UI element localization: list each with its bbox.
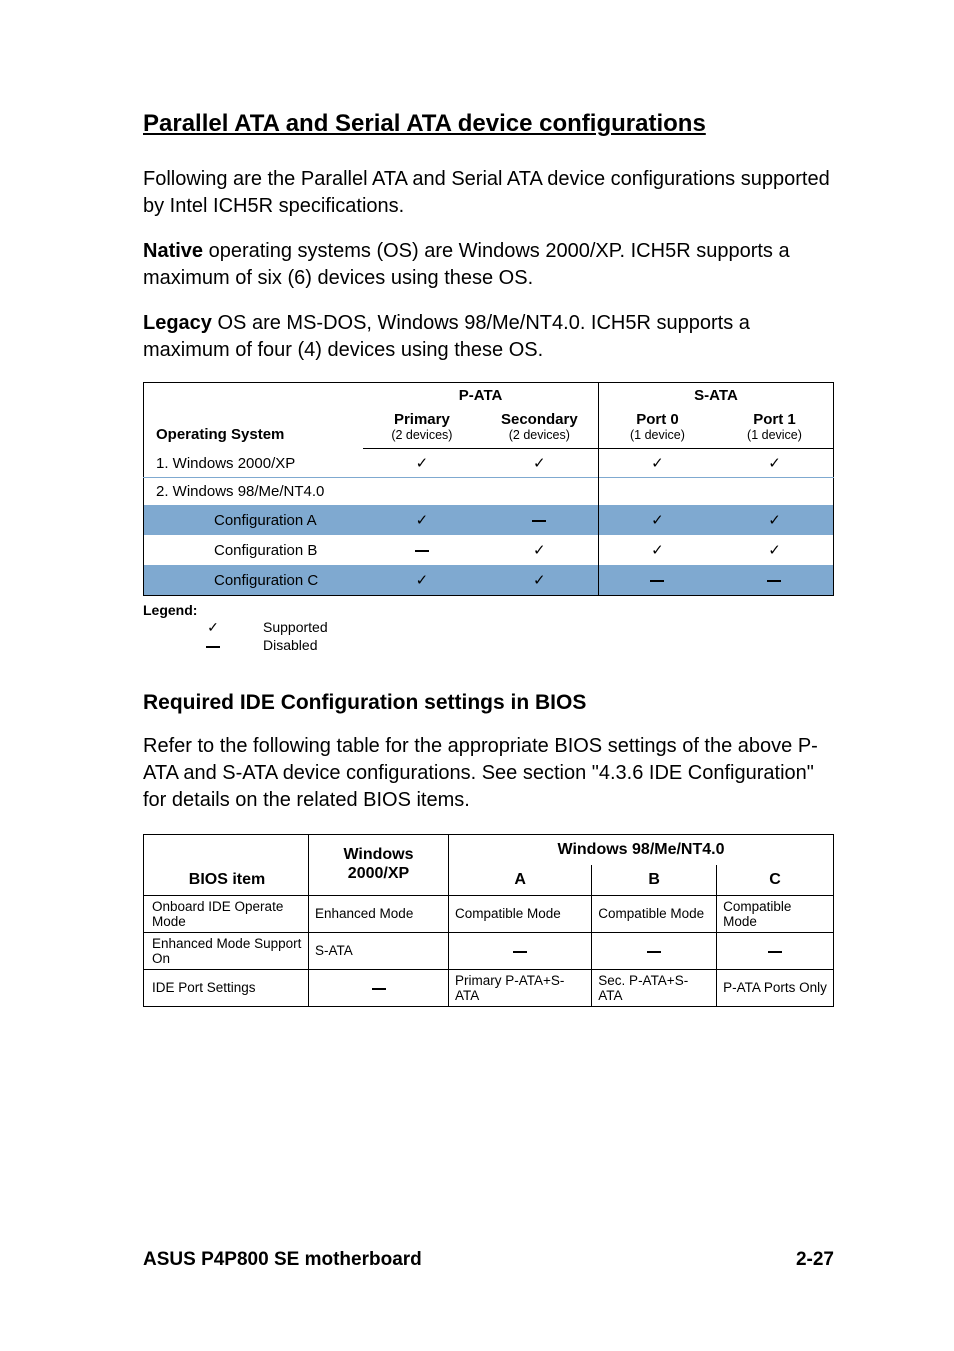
support-matrix-table: Operating System P-ATA S-ATA Primary(2 d…	[143, 382, 834, 596]
port0-sub: (1 device)	[605, 429, 710, 443]
bios-r2-w2k: S-ATA	[309, 932, 449, 969]
cell-check: ✓	[481, 535, 599, 565]
legend-row-disabled: Disabled	[203, 636, 834, 654]
table-row: Configuration B ✓ ✓ ✓	[144, 535, 834, 565]
bios-r3-c: P-ATA Ports Only	[717, 969, 834, 1006]
check-icon: ✓	[203, 618, 223, 636]
legacy-label: Legacy	[143, 312, 212, 334]
cell-check: ✓	[363, 449, 481, 478]
bios-r3-b: Sec. P-ATA+S-ATA	[592, 969, 717, 1006]
primary-header: Primary	[394, 411, 450, 428]
page-content: Parallel ATA and Serial ATA device confi…	[0, 0, 954, 1007]
table-row: Enhanced Mode Support On S-ATA	[144, 932, 834, 969]
cell-dash	[363, 535, 481, 565]
table-row: BIOS item Windows 2000/XP Windows 98/Me/…	[144, 834, 834, 865]
native-label: Native	[143, 240, 203, 262]
bios-r1-b: Compatible Mode	[592, 895, 717, 932]
cell-check: ✓	[363, 565, 481, 596]
cell-check: ✓	[716, 505, 834, 535]
bios-r1-c: Compatible Mode	[717, 895, 834, 932]
legend: Legend: ✓ Supported Disabled	[143, 602, 834, 654]
footer-left: ASUS P4P800 SE motherboard	[143, 1249, 422, 1271]
legend-row-supported: ✓ Supported	[203, 618, 834, 636]
bios-r3-w2k	[309, 969, 449, 1006]
cell-dash	[481, 505, 599, 535]
secondary-header: Secondary	[501, 411, 578, 428]
table-row: 2. Windows 98/Me/NT4.0	[144, 478, 834, 506]
cell-dash	[598, 565, 716, 596]
cell-check: ✓	[481, 449, 599, 478]
cell-check: ✓	[481, 565, 599, 596]
bios-r3-a: Primary P-ATA+S-ATA	[449, 969, 592, 1006]
config-c-label: Configuration C	[144, 565, 364, 596]
legend-disabled: Disabled	[263, 636, 317, 654]
win98-header: Windows 98/Me/NT4.0	[449, 834, 834, 865]
cell-check: ✓	[716, 449, 834, 478]
cell-check: ✓	[363, 505, 481, 535]
native-text: operating systems (OS) are Windows 2000/…	[143, 240, 790, 289]
table-row: Configuration C ✓ ✓	[144, 565, 834, 596]
os-row-2: 2. Windows 98/Me/NT4.0	[144, 478, 364, 506]
bios-r2-a	[449, 932, 592, 969]
footer-right: 2-27	[796, 1249, 834, 1271]
primary-sub: (2 devices)	[369, 429, 475, 443]
legacy-paragraph: Legacy OS are MS-DOS, Windows 98/Me/NT4.…	[143, 310, 834, 364]
table-row: 1. Windows 2000/XP ✓ ✓ ✓ ✓	[144, 449, 834, 478]
win2k-header: Windows 2000/XP	[309, 834, 449, 895]
bios-item-header: BIOS item	[144, 834, 309, 895]
bios-r3-label: IDE Port Settings	[144, 969, 309, 1006]
table-row: IDE Port Settings Primary P-ATA+S-ATA Se…	[144, 969, 834, 1006]
bios-r1-w2k: Enhanced Mode	[309, 895, 449, 932]
cell-check: ✓	[598, 505, 716, 535]
native-paragraph: Native operating systems (OS) are Window…	[143, 238, 834, 292]
bios-subheading: Required IDE Configuration settings in B…	[143, 691, 834, 715]
bios-settings-table: BIOS item Windows 2000/XP Windows 98/Me/…	[143, 834, 834, 1007]
cell-check: ✓	[716, 535, 834, 565]
bios-r2-c	[717, 932, 834, 969]
section-heading: Parallel ATA and Serial ATA device confi…	[143, 110, 834, 138]
port0-header: Port 0	[636, 411, 679, 428]
bios-paragraph: Refer to the following table for the app…	[143, 733, 834, 814]
dash-icon	[203, 636, 223, 654]
col-a-header: A	[449, 865, 592, 896]
bios-r1-label: Onboard IDE Operate Mode	[144, 895, 309, 932]
legend-title: Legend:	[143, 602, 834, 618]
port1-header: Port 1	[753, 411, 796, 428]
bios-r2-b	[592, 932, 717, 969]
legacy-text: OS are MS-DOS, Windows 98/Me/NT4.0. ICH5…	[143, 312, 750, 361]
page-footer: ASUS P4P800 SE motherboard 2-27	[143, 1249, 834, 1271]
os-header: Operating System	[156, 426, 284, 443]
os-row-1: 1. Windows 2000/XP	[144, 449, 364, 478]
table-row: Onboard IDE Operate Mode Enhanced Mode C…	[144, 895, 834, 932]
pata-group-header: P-ATA	[363, 383, 598, 409]
secondary-sub: (2 devices)	[487, 429, 592, 443]
cell-check: ✓	[598, 449, 716, 478]
legend-supported: Supported	[263, 618, 328, 636]
bios-r1-a: Compatible Mode	[449, 895, 592, 932]
table-row: Configuration A ✓ ✓ ✓	[144, 505, 834, 535]
port1-sub: (1 device)	[722, 429, 827, 443]
intro-paragraph: Following are the Parallel ATA and Seria…	[143, 166, 834, 220]
cell-dash	[716, 565, 834, 596]
config-b-label: Configuration B	[144, 535, 364, 565]
sata-group-header: S-ATA	[598, 383, 833, 409]
col-b-header: B	[592, 865, 717, 896]
cell-check: ✓	[598, 535, 716, 565]
col-c-header: C	[717, 865, 834, 896]
table-row: Operating System P-ATA S-ATA	[144, 383, 834, 409]
bios-r2-label: Enhanced Mode Support On	[144, 932, 309, 969]
config-a-label: Configuration A	[144, 505, 364, 535]
